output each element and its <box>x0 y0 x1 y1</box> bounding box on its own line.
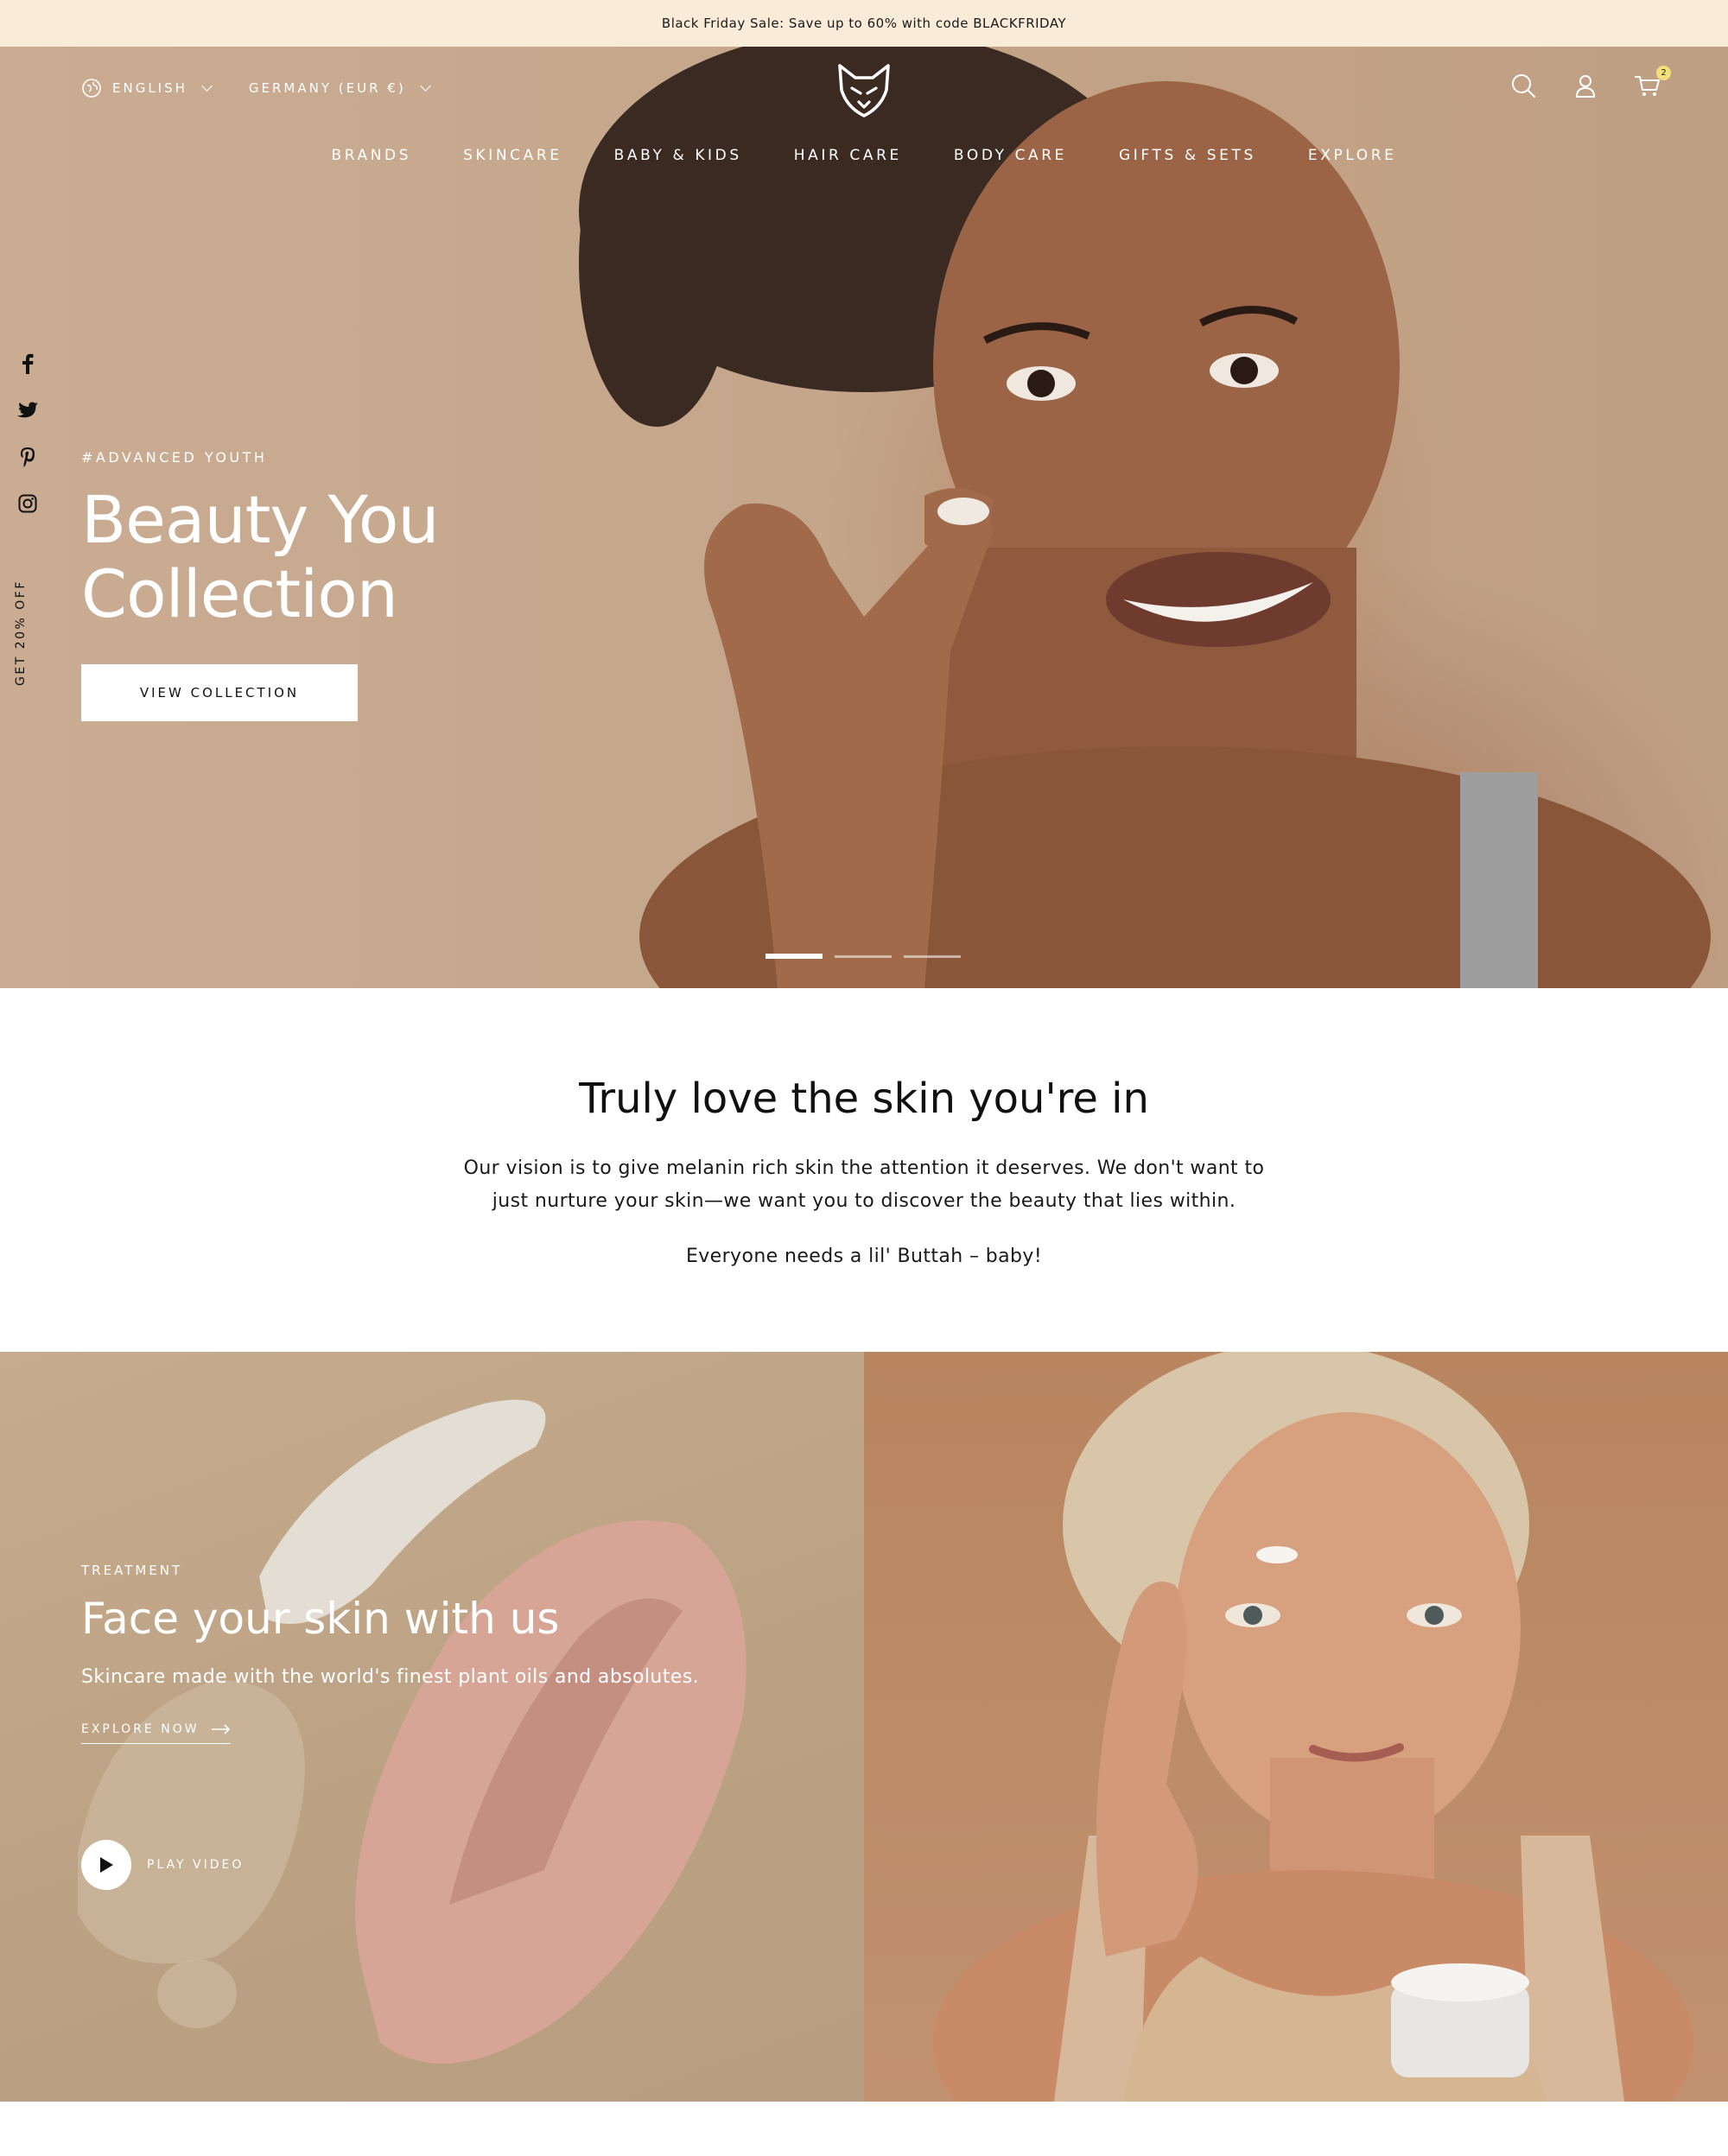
explore-now-link[interactable]: EXPLORE NOW <box>81 1722 231 1744</box>
woman-applying-cream-image <box>933 1352 1693 2102</box>
nav-item-explore[interactable]: EXPLORE <box>1308 147 1397 164</box>
social-links <box>17 353 38 514</box>
nav-item-hair-care[interactable]: HAIR CARE <box>794 147 902 164</box>
side-promo-tab[interactable]: GET 20% OFF <box>14 580 28 686</box>
announcement-text: Black Friday Sale: Save up to 60% with c… <box>661 16 1067 31</box>
fox-logo-icon[interactable] <box>833 59 895 121</box>
facebook-icon[interactable] <box>17 353 38 374</box>
intro-paragraph: Our vision is to give melanin rich skin … <box>463 1157 1265 1212</box>
hero-tag: #ADVANCED YOUTH <box>81 449 268 466</box>
chevron-down-icon <box>419 80 431 92</box>
treatment-subtitle: Skincare made with the world's finest pl… <box>81 1666 699 1688</box>
hero-banner: ENGLISH GERMANY (EUR €) 2 BRANDS SKINCAR… <box>0 47 1728 988</box>
treatment-title: Face your skin with us <box>81 1594 560 1644</box>
language-label: ENGLISH <box>112 80 187 96</box>
treatment-panel: TREATMENT Face your skin with us Skincar… <box>0 1352 864 2102</box>
slide-dot-3[interactable] <box>904 955 961 958</box>
instagram-icon[interactable] <box>17 493 38 514</box>
page-bottom-spacer <box>0 2102 1728 2156</box>
locale-selectors: ENGLISH GERMANY (EUR €) <box>81 78 431 98</box>
play-icon <box>81 1840 131 1890</box>
arrow-right-icon <box>211 1724 230 1734</box>
pinterest-icon[interactable] <box>17 447 38 467</box>
chevron-down-icon <box>201 80 213 92</box>
header-actions: 2 <box>1509 66 1671 100</box>
model-image-panel <box>864 1352 1728 2102</box>
slider-pagination <box>766 954 961 959</box>
announcement-bar: Black Friday Sale: Save up to 60% with c… <box>0 0 1728 47</box>
search-icon[interactable] <box>1509 71 1538 100</box>
nav-item-baby-kids[interactable]: BABY & KIDS <box>614 147 742 164</box>
region-label: GERMANY (EUR €) <box>248 80 406 96</box>
account-icon[interactable] <box>1571 71 1600 100</box>
intro-heading: Truly love the skin you're in <box>579 1075 1149 1123</box>
treatment-tag: TREATMENT <box>81 1563 183 1578</box>
globe-icon <box>82 79 101 98</box>
intro-tagline: Everyone needs a lil' Buttah – baby! <box>685 1246 1043 1267</box>
nav-item-skincare[interactable]: SKINCARE <box>463 147 562 164</box>
region-selector[interactable]: GERMANY (EUR €) <box>248 80 431 96</box>
play-video-label: PLAY VIDEO <box>147 1858 245 1872</box>
view-collection-button[interactable]: VIEW COLLECTION <box>81 664 358 721</box>
nav-item-brands[interactable]: BRANDS <box>331 147 411 164</box>
slide-dot-1[interactable] <box>766 954 823 959</box>
hero-title: Beauty You Collection <box>81 481 440 632</box>
slide-dot-2[interactable] <box>835 955 892 958</box>
cart-count-badge: 2 <box>1656 66 1671 80</box>
main-navigation: BRANDS SKINCARE BABY & KIDS HAIR CARE BO… <box>0 147 1728 164</box>
hero-copy: #ADVANCED YOUTH Beauty You Collection VI… <box>81 449 530 721</box>
intro-section: Truly love the skin you're in Our vision… <box>0 988 1728 1352</box>
explore-now-label: EXPLORE NOW <box>81 1722 200 1736</box>
cart-button[interactable]: 2 <box>1633 66 1671 100</box>
treatment-copy: TREATMENT Face your skin with us Skincar… <box>81 1563 699 1744</box>
language-selector[interactable]: ENGLISH <box>81 78 213 98</box>
nav-item-gifts-sets[interactable]: GIFTS & SETS <box>1119 147 1256 164</box>
play-video-button[interactable]: PLAY VIDEO <box>81 1840 244 1890</box>
nav-item-body-care[interactable]: BODY CARE <box>954 147 1067 164</box>
twitter-icon[interactable] <box>17 400 38 421</box>
